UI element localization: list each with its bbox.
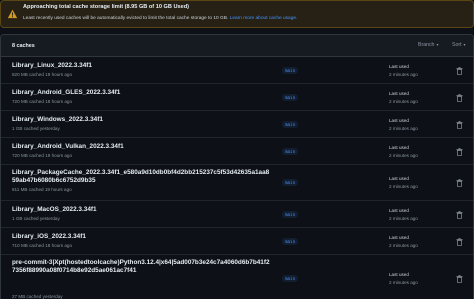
cache-meta: 720 MB cached 18 hours ago — [12, 99, 73, 104]
last-used-label: Last used — [389, 64, 409, 69]
last-used-time: 2 minutes ago — [389, 99, 418, 104]
last-used-time: 2 minutes ago — [389, 126, 418, 131]
chevron-down-icon: ▾ — [436, 42, 439, 47]
storage-warning-banner: Approaching total cache storage limit (8… — [0, 0, 474, 28]
last-used-time: 2 minutes ago — [389, 184, 418, 189]
trash-icon[interactable] — [456, 211, 463, 219]
last-used-label: Last used — [389, 272, 409, 277]
cache-row: Library_Windows_2022.3.34f1 1 GB cached … — [1, 111, 473, 138]
last-used-time: 2 minutes ago — [389, 216, 418, 221]
caches-list-header: 8 caches Branch ▾ Sort ▾ — [1, 35, 473, 57]
sort-dropdown[interactable]: Sort ▾ — [452, 42, 466, 48]
cache-meta: 1 GB cached yesterday — [12, 126, 60, 131]
cache-row: Library_iOS_2022.3.34f1 710 MB cached 18… — [1, 228, 473, 255]
trash-icon[interactable] — [456, 179, 463, 187]
branch-label[interactable]: main — [282, 275, 299, 282]
last-used-label: Last used — [389, 176, 409, 181]
cache-name[interactable]: Library_iOS_2022.3.34f1 — [12, 233, 272, 241]
branch-label[interactable]: main — [282, 238, 299, 245]
cache-name[interactable]: Library_Android_Vulkan_2022.3.34f1 — [12, 143, 272, 151]
banner-description: Least recently used caches will be autom… — [23, 16, 297, 21]
cache-row: Library_Android_Vulkan_2022.3.34f1 720 M… — [1, 138, 473, 165]
trash-icon[interactable] — [456, 67, 463, 75]
cache-name[interactable]: Library_MacOS_2022.3.34f1 — [12, 206, 272, 214]
branch-label[interactable]: main — [282, 211, 299, 218]
branch-filter-label: Branch — [418, 42, 435, 48]
trash-icon[interactable] — [456, 121, 463, 129]
cache-meta: 820 MB cached 19 hours ago — [12, 72, 73, 77]
branch-label[interactable]: main — [282, 67, 299, 74]
caches-list: 8 caches Branch ▾ Sort ▾ Library_Linux_202… — [0, 34, 474, 299]
cache-row: Library_MacOS_2022.3.34f1 1 GB cached ye… — [1, 201, 473, 228]
last-used-time: 2 minutes ago — [389, 280, 418, 285]
last-used-label: Last used — [389, 91, 409, 96]
sort-label: Sort — [452, 42, 462, 48]
chevron-down-icon: ▾ — [463, 42, 466, 47]
learn-more-link[interactable]: Learn more about cache usage. — [230, 16, 298, 21]
cache-meta: 720 MB cached 19 hours ago — [12, 153, 73, 158]
cache-count: 8 caches — [12, 43, 35, 49]
cache-name[interactable]: Library_Linux_2022.3.34f1 — [12, 62, 272, 70]
cache-name[interactable]: Library_Windows_2022.3.34f1 — [12, 116, 272, 124]
branch-label[interactable]: main — [282, 94, 299, 101]
banner-title: Approaching total cache storage limit (8… — [23, 4, 189, 10]
cache-row: pre-commit-3|Xpt(hostedtoolcache)Python3… — [1, 255, 473, 299]
cache-meta: 811 MB cached 19 hours ago — [12, 187, 72, 192]
last-used-label: Last used — [389, 145, 409, 150]
cache-name[interactable]: pre-commit-3|Xpt(hostedtoolcache)Python3… — [12, 259, 272, 275]
last-used-time: 2 minutes ago — [389, 72, 418, 77]
last-used-time: 2 minutes ago — [389, 243, 418, 248]
trash-icon[interactable] — [456, 238, 463, 246]
warning-icon — [7, 9, 18, 19]
trash-icon[interactable] — [456, 94, 463, 102]
cache-name[interactable]: Library_PackageCache_2022.3.34f1_e580a9d… — [12, 169, 272, 185]
last-used-time: 2 minutes ago — [389, 153, 418, 158]
cache-row: Library_Android_GLES_2022.3.34f1 720 MB … — [1, 84, 473, 111]
banner-description-text: Least recently used caches will be autom… — [23, 16, 229, 21]
branch-label[interactable]: main — [282, 179, 299, 186]
last-used-label: Last used — [389, 118, 409, 123]
cache-row: Library_Linux_2022.3.34f1 820 MB cached … — [1, 57, 473, 84]
branch-label[interactable]: main — [282, 148, 299, 155]
trash-icon[interactable] — [456, 148, 463, 156]
cache-name[interactable]: Library_Android_GLES_2022.3.34f1 — [12, 89, 272, 97]
last-used-label: Last used — [389, 235, 409, 240]
cache-meta: 27 MB cached yesterday — [12, 294, 63, 299]
branch-label[interactable]: main — [282, 121, 299, 128]
cache-meta: 710 MB cached 18 hours ago — [12, 243, 73, 248]
branch-filter-dropdown[interactable]: Branch ▾ — [418, 42, 438, 48]
cache-meta: 1 GB cached yesterday — [12, 216, 60, 221]
last-used-label: Last used — [389, 208, 409, 213]
trash-icon[interactable] — [456, 275, 463, 283]
cache-row: Library_PackageCache_2022.3.34f1_e580a9d… — [1, 165, 473, 201]
